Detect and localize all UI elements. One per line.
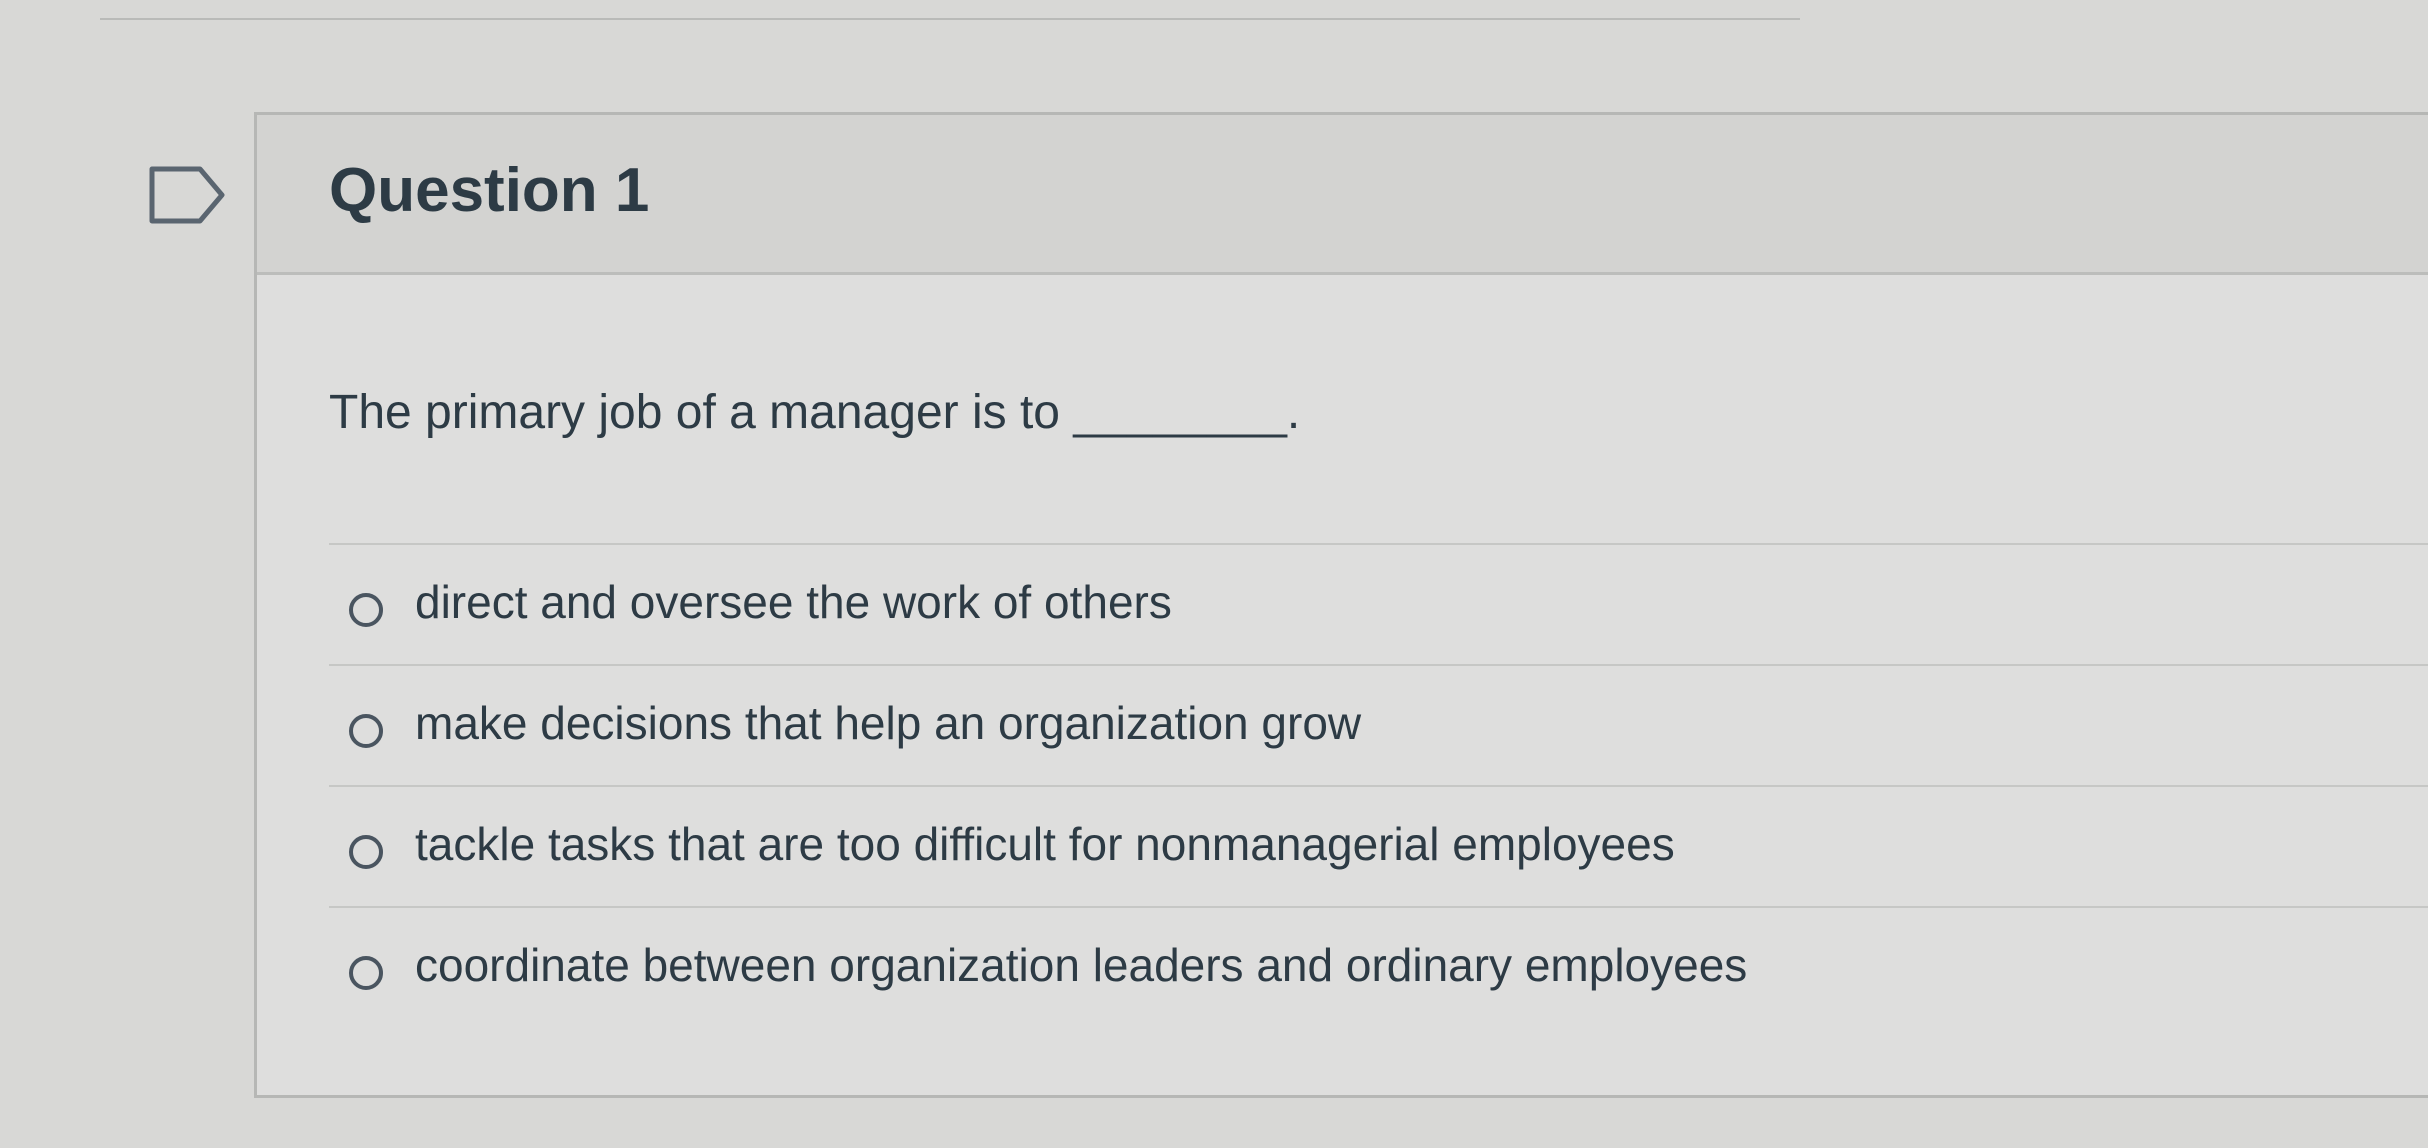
question-title: Question 1 [329, 156, 650, 225]
top-divider [100, 18, 1800, 20]
answer-label[interactable]: tackle tasks that are too difficult for … [415, 817, 1675, 871]
answer-option-4[interactable]: coordinate between organization leaders … [329, 906, 2428, 1027]
flag-question-icon[interactable] [148, 165, 228, 225]
question-text: The primary job of a manager is to _____… [329, 386, 1301, 439]
radio-button-icon[interactable] [349, 835, 383, 869]
radio-button-icon[interactable] [349, 714, 383, 748]
radio-button-icon[interactable] [349, 593, 383, 627]
radio-button-icon[interactable] [349, 956, 383, 990]
answer-label[interactable]: make decisions that help an organization… [415, 696, 1361, 750]
question-header: Question 1 [257, 115, 2428, 275]
answer-option-1[interactable]: direct and oversee the work of others [329, 543, 2428, 664]
answer-option-2[interactable]: make decisions that help an organization… [329, 664, 2428, 785]
answer-label[interactable]: direct and oversee the work of others [415, 575, 1172, 629]
answer-option-3[interactable]: tackle tasks that are too difficult for … [329, 785, 2428, 906]
question-card: Question 1 The primary job of a manager … [254, 112, 2428, 1098]
answer-label[interactable]: coordinate between organization leaders … [415, 938, 1747, 992]
answer-list: direct and oversee the work of others ma… [329, 543, 2428, 1027]
